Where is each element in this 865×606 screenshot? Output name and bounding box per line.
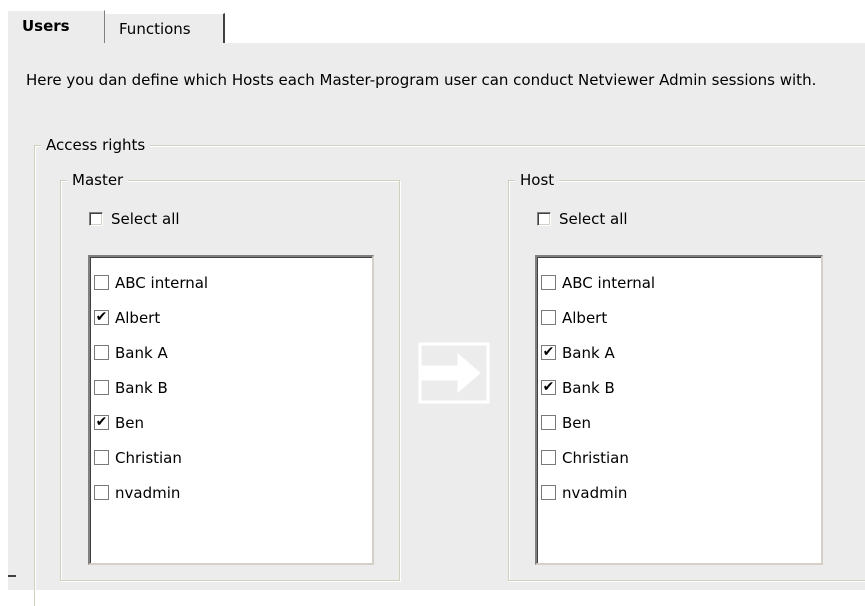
item-label: Ben: [115, 413, 145, 432]
item-label: Bank A: [115, 343, 168, 362]
access-rights-legend: Access rights: [41, 136, 151, 154]
list-item[interactable]: ✔ Bank B: [537, 370, 821, 405]
master-user-list[interactable]: ABC internal ✔ Albert Bank A Bank B ✔ Ben Chris…: [88, 255, 374, 565]
item-label: Albert: [115, 308, 161, 327]
tab-functions[interactable]: Functions: [105, 13, 225, 43]
item-checkbox[interactable]: ✔: [541, 345, 556, 360]
item-checkbox[interactable]: [541, 415, 556, 430]
item-label: nvadmin: [562, 483, 628, 502]
item-checkbox[interactable]: [94, 275, 109, 290]
item-checkbox[interactable]: [94, 345, 109, 360]
list-item[interactable]: nvadmin: [90, 475, 372, 510]
list-item[interactable]: Albert: [537, 300, 821, 335]
item-checkbox[interactable]: [94, 485, 109, 500]
item-label: Albert: [562, 308, 608, 327]
item-checkbox[interactable]: [541, 275, 556, 290]
list-item[interactable]: ABC internal: [537, 265, 821, 300]
item-checkbox[interactable]: [541, 310, 556, 325]
host-legend: Host: [515, 171, 560, 189]
list-item[interactable]: nvadmin: [537, 475, 821, 510]
host-select-all[interactable]: Select all: [537, 210, 628, 228]
list-item[interactable]: Christian: [90, 440, 372, 475]
host-user-list[interactable]: ABC internal Albert ✔ Bank A ✔ Bank B Ben Chris…: [535, 255, 823, 565]
item-checkbox[interactable]: [541, 450, 556, 465]
item-label: ABC internal: [115, 273, 209, 292]
item-label: Bank B: [115, 378, 168, 397]
tab-users[interactable]: Users: [7, 10, 105, 43]
item-label: Bank A: [562, 343, 615, 362]
master-select-all-label: Select all: [111, 210, 180, 228]
splitter-handle[interactable]: [8, 575, 16, 577]
description-text: Here you dan define which Hosts each Mas…: [26, 71, 817, 89]
item-checkbox[interactable]: [94, 380, 109, 395]
item-label: ABC internal: [562, 273, 656, 292]
item-checkbox[interactable]: ✔: [94, 415, 109, 430]
item-checkbox[interactable]: [94, 450, 109, 465]
list-item[interactable]: ✔ Ben: [90, 405, 372, 440]
item-checkbox[interactable]: ✔: [541, 380, 556, 395]
list-item[interactable]: Bank A: [90, 335, 372, 370]
item-checkbox[interactable]: [541, 485, 556, 500]
list-item[interactable]: ✔ Albert: [90, 300, 372, 335]
item-label: Christian: [562, 448, 629, 467]
host-select-all-checkbox[interactable]: [537, 212, 551, 226]
item-label: nvadmin: [115, 483, 181, 502]
master-legend: Master: [67, 171, 129, 189]
list-item[interactable]: Bank B: [90, 370, 372, 405]
item-label: Christian: [115, 448, 182, 467]
list-item[interactable]: ABC internal: [90, 265, 372, 300]
item-label: Bank B: [562, 378, 615, 397]
master-select-all-checkbox[interactable]: [89, 212, 103, 226]
arrow-right-icon[interactable]: [418, 340, 490, 406]
list-item[interactable]: Christian: [537, 440, 821, 475]
master-select-all[interactable]: Select all: [89, 210, 180, 228]
item-label: Ben: [562, 413, 592, 432]
list-item[interactable]: ✔ Bank A: [537, 335, 821, 370]
item-checkbox[interactable]: ✔: [94, 310, 109, 325]
host-select-all-label: Select all: [559, 210, 628, 228]
list-item[interactable]: Ben: [537, 405, 821, 440]
